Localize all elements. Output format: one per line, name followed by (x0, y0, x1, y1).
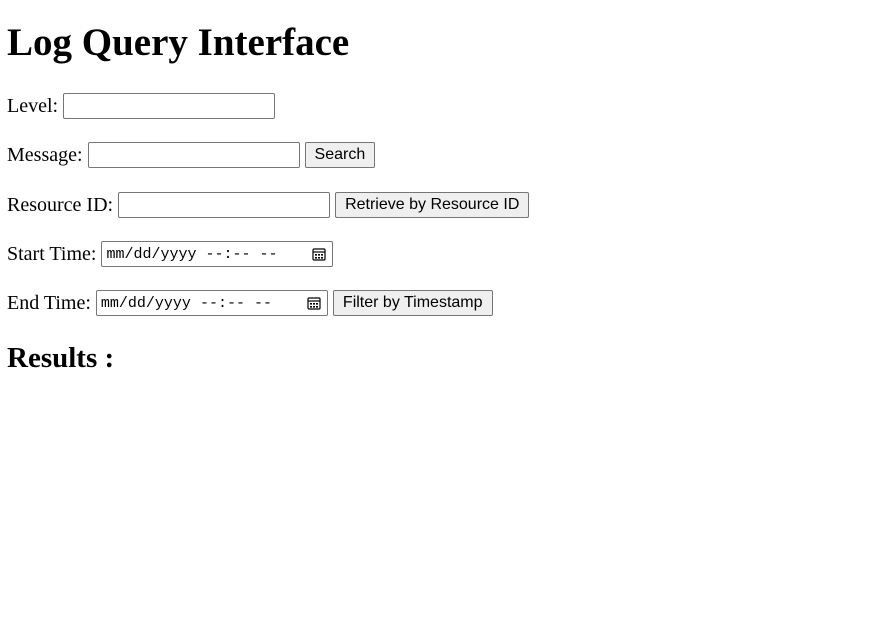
end-time-input[interactable]: mm/dd/yyyy --:-- -- (95, 290, 328, 316)
end-time-label: End Time: (7, 292, 91, 314)
filter-by-timestamp-button[interactable]: Filter by Timestamp (332, 290, 493, 316)
calendar-icon[interactable] (307, 296, 321, 310)
page-title: Log Query Interface (7, 21, 350, 64)
level-row: Level: (7, 93, 276, 119)
search-button[interactable]: Search (304, 142, 376, 168)
message-row: Message: Search (7, 142, 376, 168)
resource-id-row: Resource ID: Retrieve by Resource ID (7, 192, 530, 218)
start-time-row: Start Time: mm/dd/yyyy --:-- -- (7, 241, 334, 267)
end-time-row: End Time: mm/dd/yyyy --:-- -- Filter by … (7, 290, 493, 316)
end-time-display: mm/dd/yyyy --:-- -- (100, 294, 272, 312)
start-time-label: Start Time: (7, 243, 97, 265)
retrieve-by-resource-id-button[interactable]: Retrieve by Resource ID (335, 192, 530, 218)
resource-id-input[interactable] (118, 192, 331, 218)
start-time-display: mm/dd/yyyy --:-- -- (106, 245, 278, 263)
start-time-input[interactable]: mm/dd/yyyy --:-- -- (101, 241, 334, 267)
resource-id-label: Resource ID: (7, 194, 114, 216)
level-input[interactable] (63, 93, 276, 119)
calendar-icon[interactable] (312, 247, 327, 261)
results-heading: Results : (7, 342, 115, 374)
message-label: Message: (7, 144, 83, 166)
level-label: Level: (7, 95, 59, 117)
message-input[interactable] (87, 142, 300, 168)
